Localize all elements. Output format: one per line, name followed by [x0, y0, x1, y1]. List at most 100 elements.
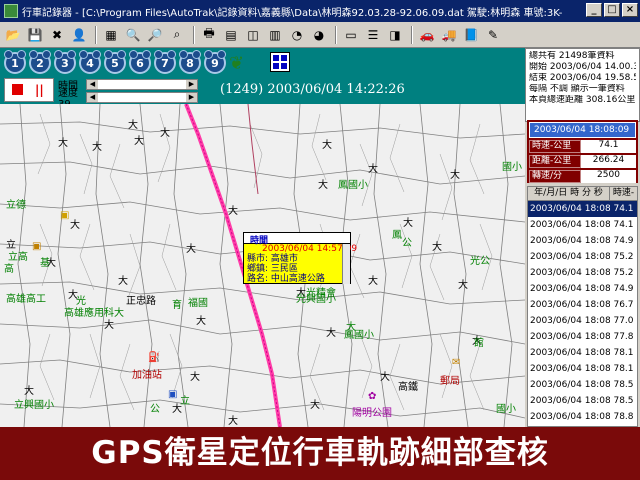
- speed-button-9[interactable]: 9: [204, 50, 226, 74]
- grid-layout-icon[interactable]: [270, 52, 290, 72]
- row-speed: 78.5: [613, 380, 634, 390]
- row-speed: 75.2: [613, 252, 634, 262]
- maximize-button[interactable]: □: [604, 3, 620, 17]
- map-label: 大: [380, 372, 390, 383]
- table-row[interactable]: 2003/06/04 18:08:2078.5: [528, 377, 637, 393]
- row-time: 2003/06/04 18:08:12: [530, 252, 610, 262]
- save-icon[interactable]: 💾: [25, 25, 45, 45]
- table-row[interactable]: 2003/06/04 18:08:1375.2: [528, 265, 637, 281]
- map-label: 大: [118, 276, 128, 287]
- row-time: 2003/06/04 18:08:14: [530, 284, 610, 294]
- status-value: 2500: [581, 170, 636, 183]
- map-label: 館: [474, 338, 484, 349]
- playback-control-bar: 1 2 3 4 5 6 7 8 9 ❦ || 時間 ◀ ▶ 速度 39 ◀ ▶ …: [0, 48, 525, 110]
- row-speed: 74.1: [613, 204, 634, 214]
- list-icon[interactable]: ☰: [363, 25, 383, 45]
- speed-button-7[interactable]: 7: [154, 50, 176, 74]
- table-row[interactable]: 2003/06/04 18:08:1074.1: [528, 217, 637, 233]
- popup-header: 時間: [244, 233, 350, 246]
- gas-station-icon: ⛽: [148, 352, 161, 363]
- table-row[interactable]: 2003/06/04 18:08:1474.9: [528, 281, 637, 297]
- row-speed: 74.9: [613, 236, 634, 246]
- row-speed: 74.9: [613, 284, 634, 294]
- table-row[interactable]: 2003/06/04 18:08:1174.9: [528, 233, 637, 249]
- status-value: 266.24: [581, 155, 636, 168]
- table-row[interactable]: 2003/06/04 18:08:2178.5: [528, 393, 637, 409]
- table-row[interactable]: 2003/06/04 18:08:2278.8: [528, 409, 637, 425]
- popup-scrollbar[interactable]: [342, 244, 350, 284]
- open-icon[interactable]: 📂: [3, 25, 23, 45]
- row-speed: 77.8: [613, 332, 634, 342]
- popup-district: 鄉鎮: 三民區: [247, 264, 298, 274]
- stop-button[interactable]: [12, 84, 23, 95]
- table-row[interactable]: 2003/06/04 18:08:1576.7: [528, 297, 637, 313]
- map-label: 大: [186, 244, 196, 255]
- row-speed: 74.1: [613, 220, 634, 230]
- table-icon[interactable]: ▥: [265, 25, 285, 45]
- speed-button-3[interactable]: 3: [54, 50, 76, 74]
- caption-banner: GPS衛星定位行車軌跡細部查核: [0, 427, 640, 480]
- close-button[interactable]: ×: [622, 3, 638, 17]
- slider-right-arrow[interactable]: ▶: [186, 92, 197, 102]
- table-row[interactable]: 2003/06/04 18:08:1978.1: [528, 361, 637, 377]
- pause-button[interactable]: ||: [35, 83, 44, 97]
- row-time: 2003/06/04 18:08:10: [530, 220, 610, 230]
- row-time: 2003/06/04 18:08:11: [530, 236, 610, 246]
- book-icon[interactable]: 📘: [461, 25, 481, 45]
- speed-button-6[interactable]: 6: [129, 50, 151, 74]
- window-icon[interactable]: ▭: [341, 25, 361, 45]
- car-icon[interactable]: 🚗: [417, 25, 437, 45]
- print-preview-icon[interactable]: ▤: [221, 25, 241, 45]
- zoom-out-icon[interactable]: 🔎: [145, 25, 165, 45]
- column-header-speed[interactable]: 時速-: [610, 187, 637, 200]
- row-time: 2003/06/04 18:08:15: [530, 300, 610, 310]
- toolbar-separator: [335, 25, 337, 44]
- speed-button-1[interactable]: 1: [4, 50, 26, 74]
- time-slider[interactable]: ◀ ▶: [86, 78, 198, 90]
- clock-icon[interactable]: ◔: [287, 25, 307, 45]
- driver-icon[interactable]: 👤: [69, 25, 89, 45]
- speed-button-5[interactable]: 5: [104, 50, 126, 74]
- speed-log-table[interactable]: 年/月/日 時 分 秒 時速- 2003/06/04 18:08:0974.12…: [527, 186, 638, 427]
- layers-icon[interactable]: ◫: [243, 25, 263, 45]
- map-label: 鳳: [392, 230, 402, 241]
- zoom-in-icon[interactable]: 🔍: [123, 25, 143, 45]
- table-row[interactable]: 2003/06/04 18:08:0974.1: [528, 201, 637, 217]
- window-titlebar: 行車記錄器 - [C:\Program Files\AutoTrak\記錄資料\…: [0, 0, 640, 22]
- eraser-icon[interactable]: ✎: [483, 25, 503, 45]
- main-toolbar: 📂 💾 ✖ 👤 ▦ 🔍 🔎 ⌕ 🖶 ▤ ◫ ▥ ◔ ◕ ▭ ☰ ◨ 🚗 🚚 📘 …: [0, 22, 640, 48]
- table-row[interactable]: 2003/06/04 18:08:1878.1: [528, 345, 637, 361]
- color-icon[interactable]: ◕: [309, 25, 329, 45]
- grid-icon[interactable]: ▦: [101, 25, 121, 45]
- status-selected-time[interactable]: 2003/06/04 18:08:09: [529, 122, 636, 138]
- speed-button-8[interactable]: 8: [179, 50, 201, 74]
- column-header-time[interactable]: 年/月/日 時 分 秒: [528, 187, 610, 200]
- slider-left-arrow[interactable]: ◀: [87, 92, 98, 102]
- truck-icon[interactable]: 🚚: [439, 25, 459, 45]
- slider-left-arrow[interactable]: ◀: [87, 79, 98, 89]
- speed-button-2[interactable]: 2: [29, 50, 51, 74]
- record-total: 總共有 21498筆資料: [529, 51, 615, 61]
- leaf-icon[interactable]: ❦: [229, 53, 244, 74]
- print-icon[interactable]: 🖶: [199, 25, 219, 45]
- log-rows: 2003/06/04 18:08:0974.12003/06/04 18:08:…: [528, 201, 637, 425]
- table-row[interactable]: 2003/06/04 18:08:1777.8: [528, 329, 637, 345]
- columns-icon[interactable]: ◨: [385, 25, 405, 45]
- table-row[interactable]: 2003/06/04 18:08:1275.2: [528, 249, 637, 265]
- map-label: 大: [134, 136, 144, 147]
- secondary-road: [247, 104, 259, 195]
- speed-slider[interactable]: ◀ ▶: [86, 91, 198, 103]
- map-label: 大: [160, 128, 170, 139]
- speed-button-4[interactable]: 4: [79, 50, 101, 74]
- map-label: 光: [76, 296, 86, 307]
- table-row[interactable]: 2003/06/04 18:08:1677.0: [528, 313, 637, 329]
- minimize-button[interactable]: _: [586, 3, 602, 17]
- map-label: 光精會: [306, 288, 336, 299]
- popup-city: 縣市: 高雄市: [247, 254, 298, 264]
- app-icon: [4, 4, 18, 18]
- slider-right-arrow[interactable]: ▶: [186, 79, 197, 89]
- row-time: 2003/06/04 18:08:09: [530, 204, 610, 214]
- search-icon[interactable]: ⌕: [167, 25, 187, 45]
- map-label: 高: [4, 264, 14, 275]
- close-icon[interactable]: ✖: [47, 25, 67, 45]
